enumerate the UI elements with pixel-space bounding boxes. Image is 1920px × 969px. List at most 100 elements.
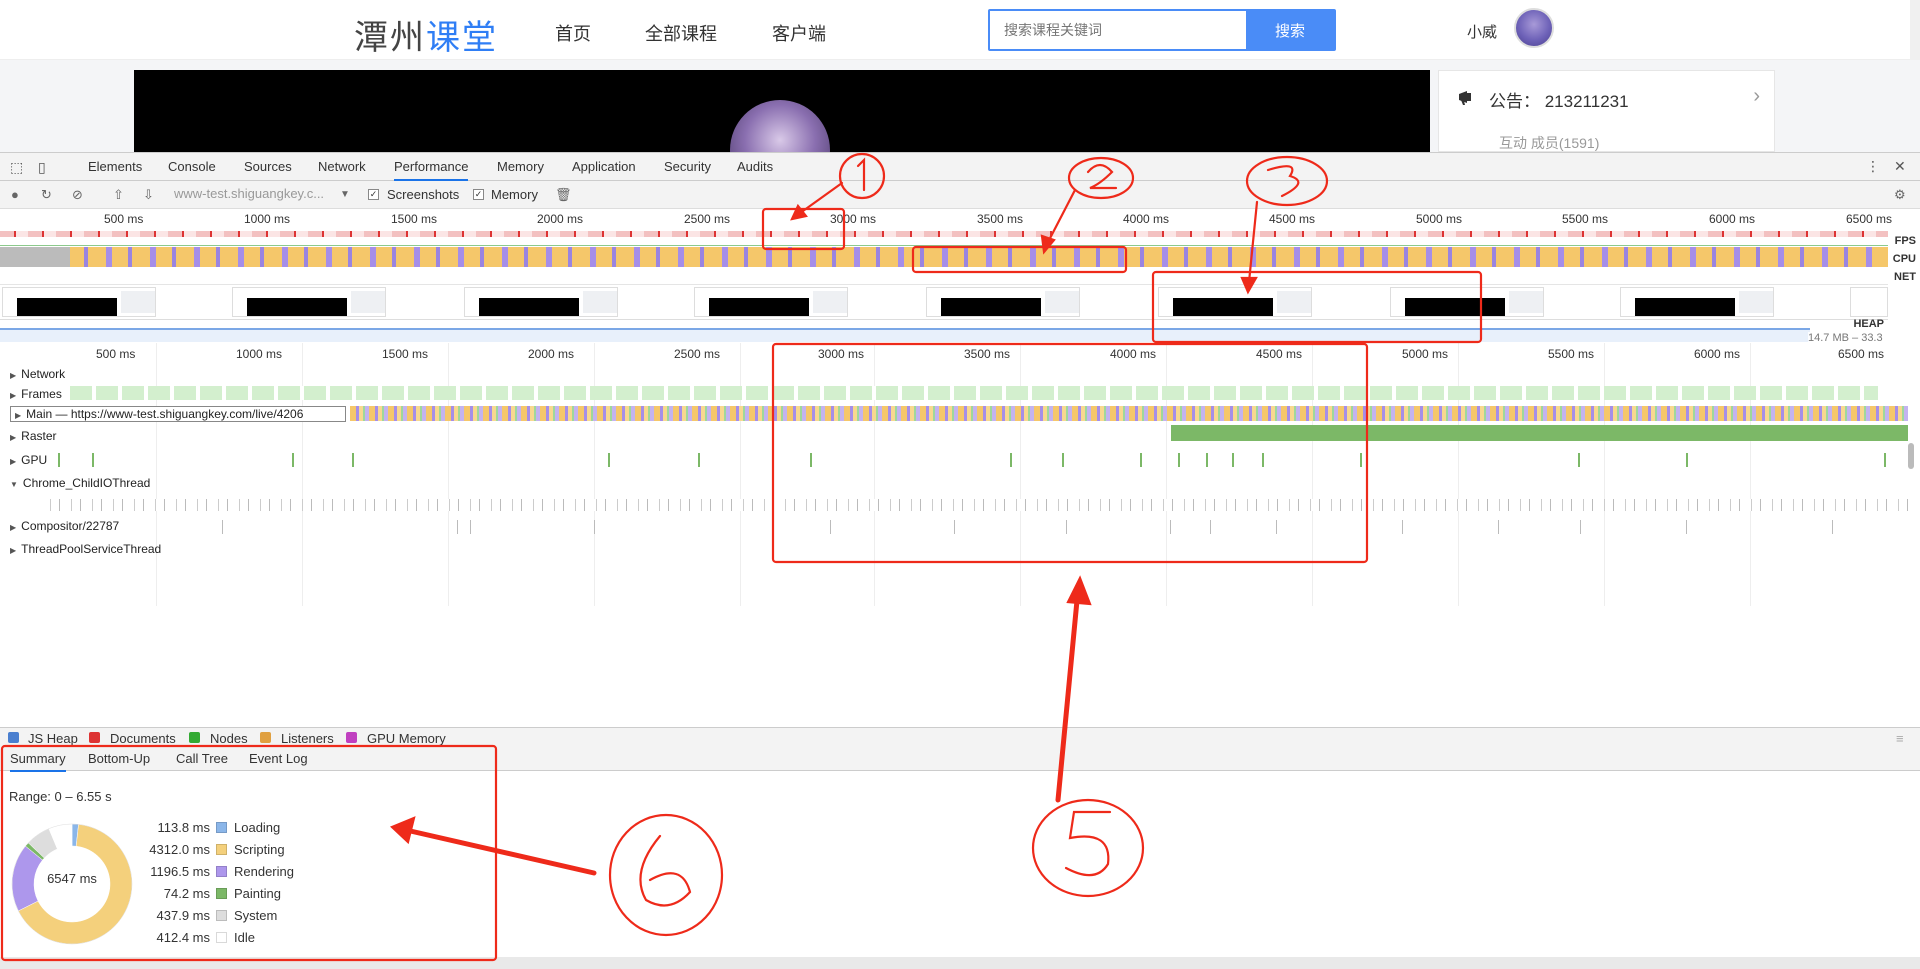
expand-triangle-icon[interactable]: ▶ xyxy=(10,391,16,400)
page-scrollbar[interactable] xyxy=(1910,0,1920,60)
counter-listeners: Listeners xyxy=(281,731,334,746)
screenshot-thumbnail[interactable] xyxy=(926,287,1080,317)
tab-event-log[interactable]: Event Log xyxy=(249,751,308,766)
flame-tick: 500 ms xyxy=(96,347,136,361)
clear-icon[interactable]: ⊘ xyxy=(72,187,83,203)
track-threadpool[interactable]: ▶ ThreadPoolServiceThread xyxy=(10,542,161,556)
chevron-right-icon[interactable]: › xyxy=(1753,85,1760,108)
username[interactable]: 小威 xyxy=(1467,21,1497,42)
heap-graph xyxy=(0,328,1810,342)
screenshot-thumbnail[interactable] xyxy=(1390,287,1544,317)
track-raster[interactable]: ▶ Raster xyxy=(10,429,57,443)
flame-chart[interactable]: 500 ms 1000 ms 1500 ms 2000 ms 2500 ms 3… xyxy=(0,343,1920,606)
url-select[interactable]: www-test.shiguangkey.c... xyxy=(174,186,352,204)
screenshot-thumbnail[interactable] xyxy=(464,287,618,317)
nav-all-courses[interactable]: 全部课程 xyxy=(645,20,717,46)
summary-total: 6547 ms xyxy=(47,871,97,886)
flame-tick: 4500 ms xyxy=(1256,347,1303,361)
search-input[interactable] xyxy=(990,11,1246,49)
flame-scrollbar[interactable] xyxy=(1908,443,1914,469)
reload-icon[interactable]: ↻ xyxy=(41,187,52,203)
tab-performance[interactable]: Performance xyxy=(394,159,469,181)
expand-triangle-icon[interactable]: ▶ xyxy=(10,371,16,380)
screenshot-thumbnail[interactable] xyxy=(1850,287,1888,317)
gpu-memory-checkbox[interactable] xyxy=(346,732,357,743)
track-main[interactable]: ▶ Main — https://www-test.shiguangkey.com… xyxy=(10,406,346,422)
download-icon[interactable]: ⇩ xyxy=(143,187,154,203)
heap-track: 14.7 MB – 33.3 MB HEAP xyxy=(0,318,1888,356)
screenshot-thumbnail[interactable] xyxy=(2,287,156,317)
tab-audits[interactable]: Audits xyxy=(737,159,773,174)
tab-application[interactable]: Application xyxy=(572,159,636,174)
tab-sources[interactable]: Sources xyxy=(244,159,292,174)
track-io[interactable]: ▼ Chrome_ChildIOThread xyxy=(10,476,150,490)
nav-client[interactable]: 客户端 xyxy=(772,20,826,46)
close-icon[interactable]: ✕ xyxy=(1894,158,1906,175)
overview-tick: 4500 ms xyxy=(1269,212,1316,226)
legend-name: Loading xyxy=(234,820,281,835)
legend-swatch xyxy=(216,844,227,855)
tab-call-tree[interactable]: Call Tree xyxy=(176,751,228,766)
track-frames[interactable]: ▶ Frames xyxy=(10,387,62,401)
expand-triangle-icon[interactable]: ▶ xyxy=(10,457,16,466)
screenshot-thumbnail[interactable] xyxy=(1158,287,1312,317)
tab-memory[interactable]: Memory xyxy=(497,159,544,174)
video-player[interactable] xyxy=(134,70,1430,156)
listeners-checkbox[interactable] xyxy=(260,732,271,743)
search-button[interactable]: 搜索 xyxy=(1246,11,1334,49)
io-thread-bars[interactable] xyxy=(50,499,1908,511)
tab-network[interactable]: Network xyxy=(318,159,366,174)
upload-icon[interactable]: ⇧ xyxy=(113,187,124,203)
frames-bars[interactable] xyxy=(70,386,1878,400)
js-heap-checkbox[interactable] xyxy=(8,732,19,743)
gear-icon[interactable]: ⚙ xyxy=(1894,187,1906,203)
megaphone-icon xyxy=(1459,91,1471,105)
screenshot-thumbnail[interactable] xyxy=(694,287,848,317)
trash-icon[interactable]: 🗑 xyxy=(555,187,572,203)
device-toolbar-icon[interactable]: ▯ xyxy=(38,159,46,176)
overview-tick: 6500 ms xyxy=(1846,212,1893,226)
fps-track xyxy=(0,231,1888,237)
screenshot-thumbnail[interactable] xyxy=(232,287,386,317)
tab-console[interactable]: Console xyxy=(168,159,216,174)
inspect-icon[interactable]: ⬚ xyxy=(10,159,23,176)
notice-tabs[interactable]: 互动 成员(1591) xyxy=(1499,133,1599,153)
notice-card[interactable]: 公告： 213211231 › 互动 成员(1591) xyxy=(1438,70,1775,152)
legend-swatch xyxy=(216,932,227,943)
tab-bottom-up[interactable]: Bottom-Up xyxy=(88,751,150,766)
resize-handle-icon[interactable]: ≡ xyxy=(1896,731,1904,746)
track-network[interactable]: ▶ Network xyxy=(10,367,65,381)
expand-triangle-icon[interactable]: ▶ xyxy=(10,546,16,555)
track-gpu[interactable]: ▶ GPU xyxy=(10,453,47,467)
screenshots-label: Screenshots xyxy=(387,187,460,202)
main-thread-bars[interactable] xyxy=(350,406,1908,421)
timeline-overview[interactable]: 500 ms 1000 ms 1500 ms 2000 ms 2500 ms 3… xyxy=(0,209,1920,356)
nav-home[interactable]: 首页 xyxy=(555,20,591,46)
track-raster-label: Raster xyxy=(21,429,57,443)
memory-checkbox[interactable]: ✓ xyxy=(473,189,484,200)
expand-triangle-icon[interactable]: ▶ xyxy=(15,411,21,420)
avatar[interactable] xyxy=(1514,8,1554,48)
flame-tick: 5000 ms xyxy=(1402,347,1449,361)
expand-triangle-icon[interactable]: ▶ xyxy=(10,523,16,532)
track-compositor-label: Compositor/22787 xyxy=(21,519,120,533)
tab-security[interactable]: Security xyxy=(664,159,711,174)
documents-checkbox[interactable] xyxy=(89,732,100,743)
expand-triangle-icon[interactable]: ▶ xyxy=(10,433,16,442)
memory-counters: JS Heap Documents Nodes Listeners GPU Me… xyxy=(0,727,1920,746)
tab-summary[interactable]: Summary xyxy=(10,751,66,772)
screenshots-checkbox[interactable]: ✓ xyxy=(368,189,379,200)
screenshots-track xyxy=(0,287,1888,319)
tab-elements[interactable]: Elements xyxy=(88,159,142,174)
chevron-down-icon[interactable]: ▼ xyxy=(340,189,350,200)
site-logo[interactable]: 潭州课堂 xyxy=(354,10,498,59)
counter-js-heap: JS Heap xyxy=(28,731,78,746)
record-icon[interactable]: ● xyxy=(11,187,19,202)
legend-value: 113.8 ms xyxy=(157,820,210,835)
nodes-checkbox[interactable] xyxy=(189,732,200,743)
raster-task-bar[interactable] xyxy=(1171,425,1908,441)
track-compositor[interactable]: ▶ Compositor/22787 xyxy=(10,519,119,533)
screenshot-thumbnail[interactable] xyxy=(1620,287,1774,317)
more-options-icon[interactable]: ⋮ xyxy=(1866,158,1880,175)
collapse-triangle-icon[interactable]: ▼ xyxy=(10,480,18,489)
